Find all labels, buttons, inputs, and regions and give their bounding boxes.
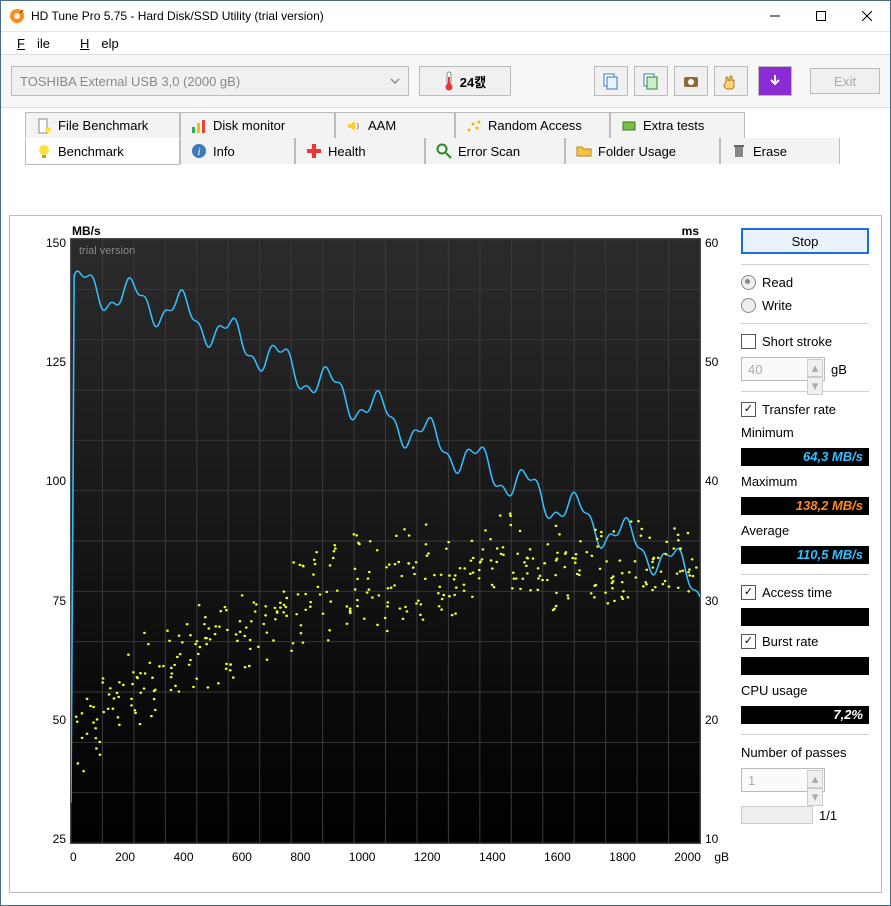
speaker-icon (346, 118, 362, 134)
thermometer-icon (444, 71, 454, 91)
access-time-check[interactable]: ✓Access time (741, 585, 869, 600)
burst-value (741, 657, 869, 675)
chart-canvas: trial version (70, 238, 701, 844)
close-button[interactable] (844, 1, 890, 31)
app-window: HD Tune Pro 5.75 - Hard Disk/SSD Utility… (0, 0, 891, 906)
spin-up-icon[interactable]: ▴ (807, 359, 823, 377)
exit-button[interactable]: Exit (810, 68, 880, 94)
svg-text:i: i (197, 146, 200, 158)
temperature-badge[interactable]: 24캜 (419, 66, 511, 96)
passes-progress-bar (741, 806, 813, 824)
toolbar: TOSHIBA External USB 3,0 (2000 gB) 24캜 E… (1, 54, 890, 108)
min-label: Minimum (741, 425, 869, 440)
trash-icon (731, 143, 747, 159)
copy-image-icon (642, 72, 660, 90)
tab-extra-tests[interactable]: Extra tests (610, 112, 745, 138)
tab-random-access[interactable]: Random Access (455, 112, 610, 138)
info-icon: i (191, 143, 207, 159)
write-radio[interactable]: Write (741, 298, 869, 313)
side-panel: Stop Read Write Short stroke 40▴▾ gB ✓Tr… (741, 228, 869, 880)
y-left-ticks: 150 125 100 75 50 25 (22, 236, 66, 846)
client-area: File Benchmark Disk monitor AAM Random A… (1, 108, 890, 905)
checkbox-icon: ✓ (741, 634, 756, 649)
magnifier-icon (436, 143, 452, 159)
spin-down-icon[interactable]: ▾ (807, 788, 823, 806)
copy-text-icon (602, 72, 620, 90)
copy-info-button[interactable] (594, 66, 628, 96)
tab-disk-monitor[interactable]: Disk monitor (180, 112, 335, 138)
save-button[interactable] (758, 66, 792, 96)
tab-error-scan[interactable]: Error Scan (425, 138, 565, 164)
drive-select[interactable]: TOSHIBA External USB 3,0 (2000 gB) (11, 66, 409, 96)
menu-help[interactable]: Help (68, 34, 131, 53)
y-left-unit: MB/s (72, 224, 101, 238)
tab-folder-usage[interactable]: Folder Usage (565, 138, 720, 164)
bulb-icon (36, 144, 52, 160)
tab-aam[interactable]: AAM (335, 112, 455, 138)
cpu-label: CPU usage (741, 683, 869, 698)
arrow-down-icon (768, 74, 782, 88)
cpu-value: 7,2% (741, 706, 869, 724)
short-stroke-unit: gB (831, 362, 847, 377)
camera-icon (682, 72, 700, 90)
spin-down-icon[interactable]: ▾ (807, 377, 823, 395)
chart-area: MB/s ms 150 125 100 75 50 25 60 50 40 30… (22, 228, 729, 880)
radio-icon (741, 275, 756, 290)
passes-spin[interactable]: 1▴▾ (741, 768, 825, 792)
read-radio[interactable]: Read (741, 275, 869, 290)
avg-label: Average (741, 523, 869, 538)
max-label: Maximum (741, 474, 869, 489)
max-value: 138,2 MB/s (741, 497, 869, 515)
benchmark-pane: MB/s ms 150 125 100 75 50 25 60 50 40 30… (9, 215, 882, 893)
hand-icon (722, 72, 740, 90)
maximize-button[interactable] (798, 1, 844, 31)
y-right-unit: ms (682, 224, 699, 238)
file-icon (36, 118, 52, 134)
folder-icon (576, 143, 592, 159)
tools-icon (621, 118, 637, 134)
save-screenshot-button[interactable] (674, 66, 708, 96)
drive-select-value: TOSHIBA External USB 3,0 (2000 gB) (20, 74, 240, 89)
transfer-rate-check[interactable]: ✓Transfer rate (741, 402, 869, 417)
short-stroke-spin[interactable]: 40▴▾ (741, 357, 825, 381)
x-ticks: 0 200 400 600 800 1000 1200 1400 1600 18… (70, 850, 701, 864)
options-button[interactable] (714, 66, 748, 96)
spin-up-icon[interactable]: ▴ (807, 770, 823, 788)
stop-button[interactable]: Stop (741, 228, 869, 254)
tab-benchmark[interactable]: Benchmark (25, 139, 180, 165)
passes-progress-text: 1/1 (819, 808, 837, 823)
minimize-button[interactable] (752, 1, 798, 31)
app-icon (9, 8, 25, 24)
y-right-ticks: 60 50 40 30 20 10 (705, 236, 729, 846)
chart-watermark: trial version (79, 245, 135, 257)
burst-rate-check[interactable]: ✓Burst rate (741, 634, 869, 649)
checkbox-icon: ✓ (741, 585, 756, 600)
menu-file[interactable]: File (5, 34, 62, 53)
checkbox-icon (741, 334, 756, 349)
x-unit: gB (714, 850, 729, 864)
tab-info[interactable]: iInfo (180, 138, 295, 164)
monitor-icon (191, 118, 207, 134)
menubar: File Help (1, 32, 890, 54)
short-stroke-check[interactable]: Short stroke (741, 334, 869, 349)
passes-label: Number of passes (741, 745, 869, 760)
min-value: 64,3 MB/s (741, 448, 869, 466)
dots-icon (466, 118, 482, 134)
tab-erase[interactable]: Erase (720, 138, 840, 164)
access-time-value (741, 608, 869, 626)
tabs: File Benchmark Disk monitor AAM Random A… (9, 112, 882, 164)
titlebar: HD Tune Pro 5.75 - Hard Disk/SSD Utility… (1, 1, 890, 32)
tab-health[interactable]: Health (295, 138, 425, 164)
tab-file-benchmark[interactable]: File Benchmark (25, 112, 180, 138)
avg-value: 110,5 MB/s (741, 546, 869, 564)
window-title: HD Tune Pro 5.75 - Hard Disk/SSD Utility… (31, 9, 752, 23)
chevron-down-icon (388, 74, 402, 88)
copy-screenshot-button[interactable] (634, 66, 668, 96)
radio-icon (741, 298, 756, 313)
checkbox-icon: ✓ (741, 402, 756, 417)
temperature-value: 24캜 (460, 72, 486, 91)
health-icon (306, 143, 322, 159)
